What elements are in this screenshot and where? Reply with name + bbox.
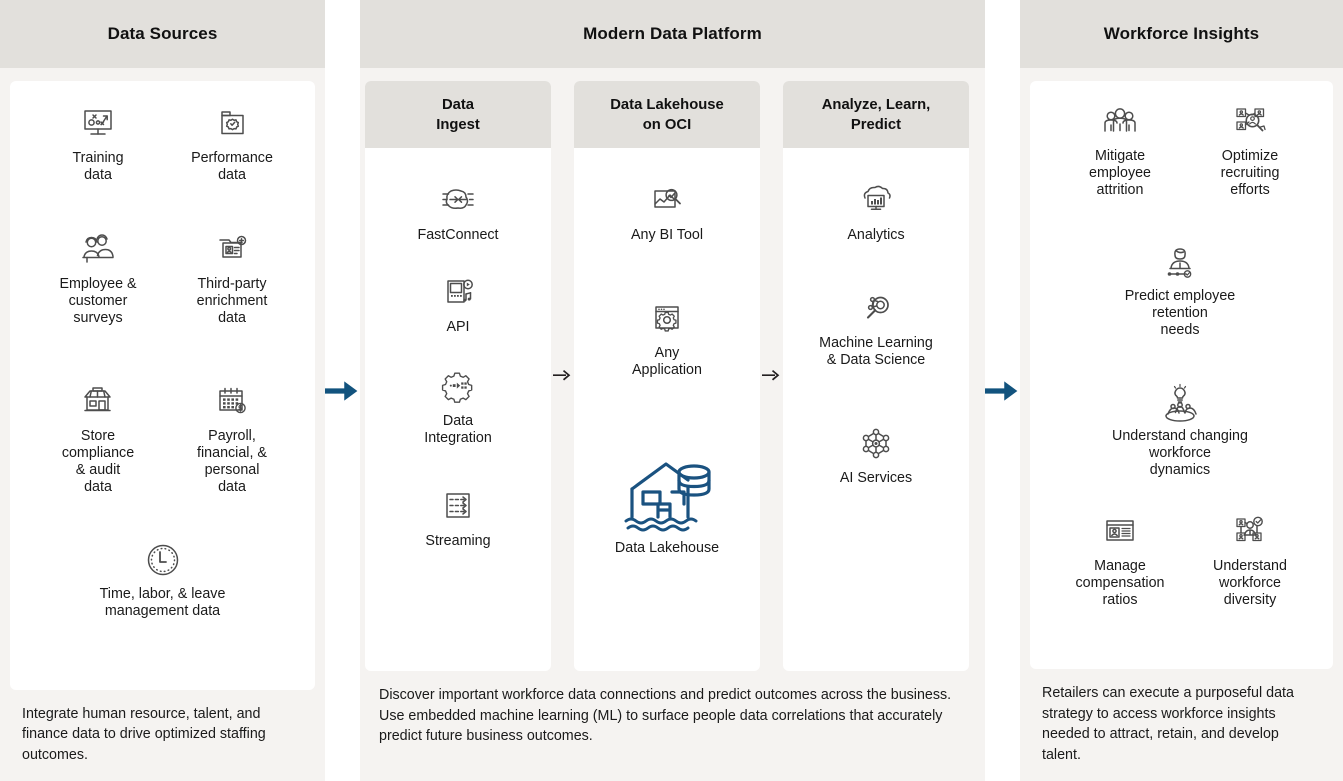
list-item-label: Streaming: [425, 533, 491, 549]
candidate-search-icon: [1170, 101, 1330, 145]
page-title-modern-data-platform: Modern Data Platform: [583, 24, 762, 43]
subpanel-body-data-lakehouse-oci: Any BI Tool Any Application Data Lakehou…: [574, 148, 760, 671]
arrow-right-icon-2: [760, 81, 783, 671]
panel-data-sources: Data Sources Training data Performance d…: [0, 0, 325, 781]
list-item-streaming[interactable]: Streaming: [365, 486, 551, 550]
subpanel-header-data-ingest: Data Ingest: [365, 81, 551, 148]
list-item-api[interactable]: API: [365, 272, 551, 336]
subcolumns-container: Data Ingest FastConnect API Data Integra…: [365, 81, 980, 671]
list-item-label: Third-party enrichment data: [196, 276, 268, 326]
list-item-ai-services[interactable]: AI Services: [783, 423, 969, 487]
subpanel-title: Data Ingest: [436, 96, 480, 133]
list-item-payroll-financial[interactable]: Payroll, financial, & personal data: [152, 381, 312, 496]
arrow-right-large-icon-2: [985, 0, 1020, 781]
list-item-label: Any Application: [632, 345, 702, 378]
list-item-predict-retention[interactable]: Predict employee retention needs: [1045, 241, 1315, 339]
panel-header-modern-data-platform: Modern Data Platform: [360, 0, 985, 68]
api-device-icon: [365, 272, 551, 316]
flow-gap-1: [325, 0, 360, 781]
clock-icon: [25, 539, 300, 583]
folder-badge-icon: [152, 103, 312, 147]
workforce-data-platform-diagram: Data Sources Training data Performance d…: [0, 0, 1343, 781]
subpanel-header-data-lakehouse-oci: Data Lakehouse on OCI: [574, 81, 760, 148]
list-item-label: Performance data: [191, 150, 273, 183]
lightbulb-team-icon: [1045, 381, 1315, 425]
neural-network-icon: [783, 423, 969, 467]
org-diversity-icon: [1170, 511, 1330, 555]
list-item-label: FastConnect: [417, 227, 499, 243]
panel-modern-data-platform: Modern Data Platform Data Ingest FastCon…: [360, 0, 985, 781]
list-item-label: Understand workforce diversity: [1213, 558, 1287, 608]
data-lakehouse-icon: [574, 451, 760, 537]
list-item-label: API: [446, 319, 470, 335]
panel-header-workforce-insights: Workforce Insights: [1020, 0, 1343, 68]
bi-chart-magnifier-icon: [574, 180, 760, 224]
subpanel-body-data-ingest: FastConnect API Data Integration Streami…: [365, 148, 551, 671]
panel-footer-modern-data-platform: Discover important workforce data connec…: [379, 687, 952, 744]
ml-magnifier-icon: [783, 288, 969, 332]
id-card-plus-icon: [152, 229, 312, 273]
arrow-right-icon-1: [551, 81, 574, 671]
list-item-label: Any BI Tool: [630, 227, 704, 243]
list-item-label: AI Services: [839, 470, 913, 486]
list-item-label: Understand changing workforce dynamics: [1112, 428, 1248, 478]
page-title-data-sources: Data Sources: [107, 24, 218, 43]
subpanel-title: Analyze, Learn, Predict: [821, 96, 931, 133]
subpanel-data-lakehouse-oci: Data Lakehouse on OCI Any BI Tool Any Ap…: [574, 81, 760, 671]
list-item-any-application[interactable]: Any Application: [574, 298, 760, 379]
cloud-analytics-icon: [783, 180, 969, 224]
list-item-machine-learning-data-science[interactable]: Machine Learning & Data Science: [783, 288, 969, 369]
list-item-optimize-recruiting[interactable]: Optimize recruiting efforts: [1170, 101, 1330, 199]
list-item-label: Data Integration: [424, 413, 492, 446]
calendar-money-icon: [152, 381, 312, 425]
list-item-label: Analytics: [847, 227, 905, 243]
subpanel-body-analyze-learn-predict: Analytics Machine Learning & Data Scienc…: [783, 148, 969, 671]
list-item-data-integration[interactable]: Data Integration: [365, 366, 551, 447]
subpanel-header-analyze-learn-predict: Analyze, Learn, Predict: [783, 81, 969, 148]
list-item-label: Machine Learning & Data Science: [819, 335, 933, 368]
list-item-time-labor-leave[interactable]: Time, labor, & leave management data: [25, 539, 300, 620]
list-item-label: Predict employee retention needs: [1124, 288, 1236, 338]
streaming-icon: [365, 486, 551, 530]
subpanel-analyze-learn-predict: Analyze, Learn, Predict Analytics Machin…: [783, 81, 969, 671]
list-item-label: Data Lakehouse: [614, 540, 720, 556]
subpanel-data-ingest: Data Ingest FastConnect API Data Integra…: [365, 81, 551, 671]
panel-body-data-sources: Training data Performance data Employee …: [0, 68, 325, 781]
flow-gap-2: [985, 0, 1020, 781]
list-item-data-lakehouse[interactable]: Data Lakehouse: [574, 451, 760, 557]
list-item-understand-workforce-dynamics[interactable]: Understand changing workforce dynamics: [1045, 381, 1315, 479]
list-item-any-bi-tool[interactable]: Any BI Tool: [574, 180, 760, 244]
gear-data-icon: [365, 366, 551, 410]
panel-footer-workforce-insights: Retailers can execute a purposeful data …: [1042, 685, 1294, 763]
workforce-insights-card: Mitigate employee attrition Optimize rec…: [1030, 81, 1333, 669]
window-gear-icon: [574, 298, 760, 342]
list-item-label: Optimize recruiting efforts: [1220, 148, 1280, 198]
list-item-analytics[interactable]: Analytics: [783, 180, 969, 244]
list-item-label: Payroll, financial, & personal data: [197, 428, 267, 495]
fastconnect-icon: [365, 180, 551, 224]
list-item-fastconnect[interactable]: FastConnect: [365, 180, 551, 244]
subpanel-title: Data Lakehouse on OCI: [610, 96, 724, 133]
data-sources-card: Training data Performance data Employee …: [10, 81, 315, 690]
panel-body-workforce-insights: Mitigate employee attrition Optimize rec…: [1020, 68, 1343, 781]
list-item-understand-diversity[interactable]: Understand workforce diversity: [1170, 511, 1330, 609]
list-item-label: Time, labor, & leave management data: [99, 586, 226, 619]
list-item-third-party-enrichment[interactable]: Third-party enrichment data: [152, 229, 312, 327]
panel-header-data-sources: Data Sources: [0, 0, 325, 68]
employee-timeline-icon: [1045, 241, 1315, 285]
arrow-right-large-icon: [325, 0, 360, 781]
page-title-workforce-insights: Workforce Insights: [1103, 24, 1260, 43]
list-item-performance-data[interactable]: Performance data: [152, 103, 312, 184]
panel-footer-data-sources: Integrate human resource, talent, and fi…: [22, 705, 266, 763]
panel-body-modern-data-platform: Data Ingest FastConnect API Data Integra…: [360, 68, 985, 781]
panel-workforce-insights: Workforce Insights Mitigate employee att…: [1020, 0, 1343, 781]
